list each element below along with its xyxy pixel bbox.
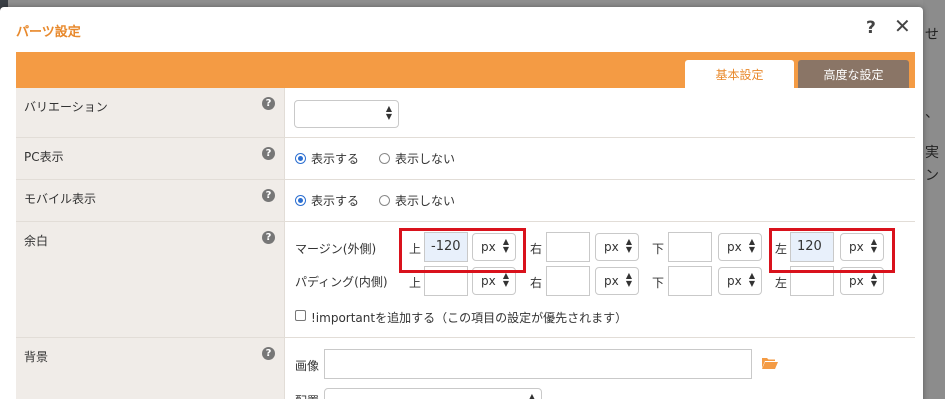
margin-bottom-unit-select[interactable]: px ▲ ▼ bbox=[718, 233, 762, 261]
image-label: 画像 bbox=[295, 359, 320, 373]
select-arrows-icon: ▲▼ bbox=[625, 271, 632, 288]
padding-bottom-dir: 下 bbox=[652, 276, 665, 290]
unit-value: px bbox=[604, 274, 619, 288]
row-label-cell: PC表示 ? bbox=[16, 138, 285, 179]
radio-label: 表示する bbox=[311, 194, 360, 208]
form-row-pc-display: PC表示 ? 表示する 表示しない bbox=[16, 138, 915, 180]
mobile-display-radio-group: 表示する 表示しない bbox=[295, 192, 475, 209]
row-body-cell: 表示する 表示しない bbox=[286, 138, 915, 179]
tab-advanced-settings[interactable]: 高度な設定 bbox=[798, 60, 909, 88]
unit-value: px bbox=[727, 274, 742, 288]
radio-label: 表示しない bbox=[395, 194, 456, 208]
row-label-cell: 余白 ? bbox=[16, 222, 285, 337]
padding-right-input[interactable] bbox=[546, 266, 590, 296]
pc-display-hide-radio[interactable] bbox=[379, 153, 391, 164]
background-text: ン bbox=[925, 168, 939, 184]
background-placement-select[interactable]: ▲▼ bbox=[324, 388, 542, 399]
select-arrows-icon: ▲▼ bbox=[528, 392, 535, 399]
row-body-cell: ▲ ▼ bbox=[286, 88, 915, 137]
padding-bottom-input[interactable] bbox=[668, 266, 712, 296]
mobile-display-label: モバイル表示 bbox=[24, 192, 97, 206]
variation-select[interactable]: ▲ ▼ bbox=[294, 100, 399, 128]
help-button[interactable]: ? bbox=[866, 18, 876, 38]
row-body-cell: マージン(外側) 上 -120 px ▲ ▼ 右 px ▲ ▼ 下 px ▲ ▼ 左 … bbox=[286, 222, 915, 337]
row-body-cell: 画像 配置 ▲▼ bbox=[286, 338, 915, 399]
unit-value: px bbox=[481, 274, 496, 288]
select-arrows-icon: ▲▼ bbox=[870, 271, 877, 288]
help-icon[interactable]: ? bbox=[262, 147, 275, 160]
unit-value: px bbox=[849, 274, 864, 288]
row-label-cell: 背景 ? bbox=[16, 338, 285, 399]
help-icon[interactable]: ? bbox=[262, 97, 275, 110]
background-right-strip bbox=[923, 0, 945, 399]
margin-label: マージン(外側) bbox=[295, 242, 377, 256]
important-checkbox[interactable] bbox=[295, 310, 306, 321]
row-body-cell: 表示する 表示しない bbox=[286, 180, 915, 221]
radio-label: 表示しない bbox=[395, 152, 456, 166]
mobile-display-show-radio[interactable] bbox=[295, 195, 306, 206]
help-icon[interactable]: ? bbox=[262, 347, 275, 360]
tab-basic-settings[interactable]: 基本設定 bbox=[685, 60, 794, 88]
margin-top-highlight bbox=[399, 228, 526, 273]
form-row-variation: バリエーション ? ▲ ▼ bbox=[16, 88, 915, 138]
padding-right-dir: 右 bbox=[530, 276, 543, 290]
background-label: 背景 bbox=[24, 350, 49, 364]
folder-open-icon[interactable] bbox=[762, 357, 778, 369]
mobile-display-hide-radio[interactable] bbox=[379, 195, 391, 206]
background-image-input[interactable] bbox=[324, 349, 752, 379]
variation-label: バリエーション bbox=[24, 100, 108, 114]
background-text: 実 bbox=[925, 145, 939, 161]
margin-left-highlight bbox=[769, 228, 895, 273]
help-icon[interactable]: ? bbox=[262, 189, 275, 202]
padding-top-dir: 上 bbox=[409, 276, 422, 290]
form-row-spacing: 余白 ? マージン(外側) 上 -120 px ▲ ▼ 右 px ▲ ▼ 下 px … bbox=[16, 222, 915, 338]
row-label-cell: バリエーション ? bbox=[16, 88, 285, 137]
margin-bottom-dir: 下 bbox=[652, 242, 665, 256]
select-arrows-icon: ▲▼ bbox=[625, 237, 632, 254]
spacing-label: 余白 bbox=[24, 234, 49, 248]
unit-value: px bbox=[727, 240, 742, 254]
parts-settings-modal: パーツ設定 ? ✕ 基本設定 高度な設定 バリエーション ? ▲ ▼ PC表示 ?… bbox=[0, 7, 923, 399]
padding-bottom-unit-select[interactable]: px ▲ ▼ bbox=[718, 267, 762, 295]
margin-right-input[interactable] bbox=[546, 232, 590, 262]
select-arrows-icon: ▲▼ bbox=[748, 237, 755, 254]
close-button[interactable]: ✕ bbox=[894, 16, 911, 36]
select-arrows-icon: ▲▼ bbox=[748, 271, 755, 288]
background-text: せ bbox=[925, 27, 939, 43]
unit-value: px bbox=[604, 240, 619, 254]
pc-display-label: PC表示 bbox=[24, 150, 64, 164]
pc-display-radio-group: 表示する 表示しない bbox=[295, 150, 475, 167]
row-label-cell: モバイル表示 ? bbox=[16, 180, 285, 221]
radio-label: 表示する bbox=[311, 152, 360, 166]
padding-left-dir: 左 bbox=[775, 276, 788, 290]
help-icon[interactable]: ? bbox=[262, 231, 275, 244]
margin-right-dir: 右 bbox=[530, 242, 543, 256]
margin-right-unit-select[interactable]: px ▲ ▼ bbox=[595, 233, 639, 261]
placement-label: 配置 bbox=[295, 392, 319, 399]
background-text: 、 bbox=[925, 105, 939, 121]
pc-display-show-radio[interactable] bbox=[295, 153, 306, 164]
important-label: !importantを追加する（この項目の設定が優先されます） bbox=[311, 311, 628, 325]
form-row-mobile-display: モバイル表示 ? 表示する 表示しない bbox=[16, 180, 915, 222]
form-row-background: 背景 ? 画像 配置 ▲▼ bbox=[16, 338, 915, 399]
padding-right-unit-select[interactable]: px ▲ ▼ bbox=[595, 267, 639, 295]
select-arrows-icon: ▲▼ bbox=[385, 104, 392, 121]
modal-title: パーツ設定 bbox=[16, 25, 81, 40]
select-arrows-icon: ▲▼ bbox=[502, 271, 509, 288]
padding-label: パディング(内側) bbox=[295, 275, 388, 289]
margin-bottom-input[interactable] bbox=[668, 232, 712, 262]
